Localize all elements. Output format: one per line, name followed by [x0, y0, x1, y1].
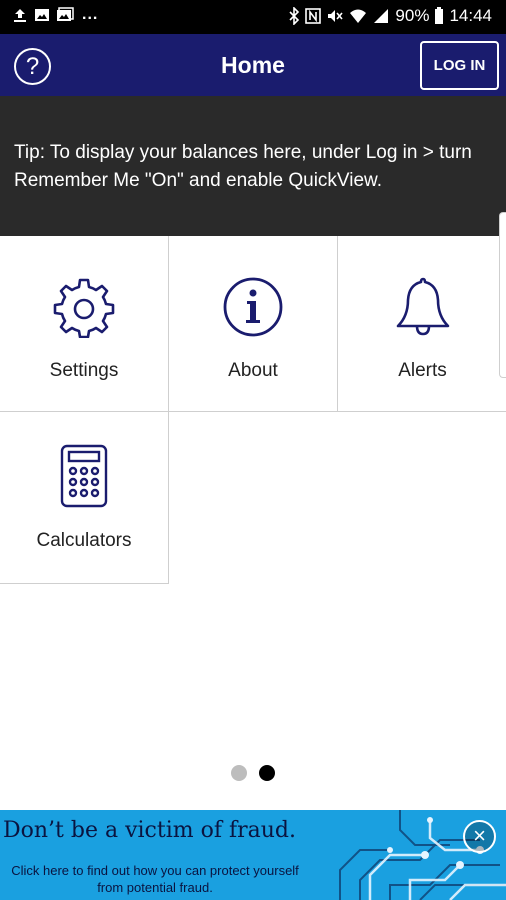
bluetooth-icon: [289, 7, 300, 25]
app-bar: ? Home LOG IN: [0, 34, 506, 96]
gear-icon: [53, 278, 115, 338]
battery-percent: 90%: [395, 6, 430, 25]
status-bar-right: 90% 14:44: [288, 6, 492, 26]
gallery-icon: [57, 7, 74, 21]
about-label: About: [228, 360, 278, 381]
status-bar: ... 90% 14:44: [0, 0, 506, 34]
notification-overflow: ...: [82, 6, 99, 23]
about-tile[interactable]: About: [169, 236, 338, 412]
page-dot-2[interactable]: [259, 765, 275, 781]
close-ad-button[interactable]: ×: [463, 820, 496, 853]
upload-icon: [14, 9, 26, 22]
battery-icon: [435, 7, 444, 24]
calculator-icon: [60, 444, 108, 508]
image-icon: [35, 9, 49, 21]
settings-tile[interactable]: Settings: [0, 236, 169, 412]
fraud-ad-banner[interactable]: Don’t be a victim of fraud. Click here t…: [0, 810, 506, 900]
mute-icon: [328, 10, 344, 22]
alerts-label: Alerts: [398, 360, 447, 381]
status-bar-left: ...: [12, 7, 98, 23]
scroll-edge-indicator: [499, 212, 506, 378]
tip-banner: Tip: To display your balances here, unde…: [0, 96, 506, 236]
calculators-label: Calculators: [36, 530, 132, 551]
page-dot-1[interactable]: [231, 765, 247, 781]
bell-icon: [396, 277, 449, 336]
close-icon: ×: [473, 823, 486, 848]
calculators-tile[interactable]: Calculators: [0, 412, 169, 584]
clock: 14:44: [449, 6, 492, 25]
banner-subtext: Click here to find out how you can prote…: [11, 863, 299, 895]
page-indicator: [0, 765, 506, 781]
wifi-icon: [350, 9, 367, 23]
login-button[interactable]: LOG IN: [420, 41, 499, 90]
nfc-icon: [305, 8, 322, 24]
signal-icon: [374, 9, 389, 23]
info-icon: [223, 277, 283, 337]
tip-text: Tip: To display your balances here, unde…: [14, 142, 472, 191]
settings-label: Settings: [49, 360, 119, 381]
alerts-tile[interactable]: Alerts: [338, 236, 506, 412]
banner-headline: Don’t be a victim of fraud.: [3, 818, 297, 843]
